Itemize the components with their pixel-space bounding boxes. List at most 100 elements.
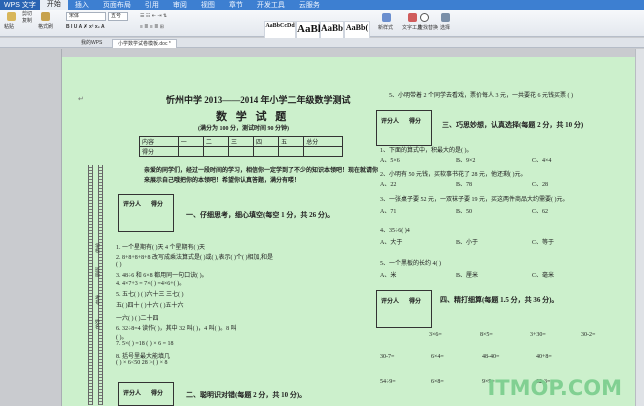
- score-box: 评分人 得分: [118, 382, 174, 406]
- tab-my-wps[interactable]: 我的WPS: [76, 39, 107, 48]
- question-line: 五( )四十 ( )十六 ( )五十六: [116, 303, 184, 309]
- choice-question: 4、35÷6( )4: [380, 228, 410, 234]
- score-label: 得分: [409, 119, 422, 125]
- format-painter-button[interactable]: 格式刷: [38, 24, 53, 31]
- find-replace-button[interactable]: 查找替换: [418, 25, 438, 32]
- choice-question: 2、小明有 50 元钱，买软事书花了 28 元，他还剩( )元。: [380, 172, 527, 178]
- paste-button[interactable]: 粘贴: [4, 24, 14, 31]
- table-cell: 内容: [139, 136, 179, 147]
- score-label: 得分: [151, 391, 164, 397]
- choice-option: C、62: [532, 209, 549, 215]
- text-tool-icon[interactable]: [408, 13, 417, 22]
- table-cell: [227, 146, 255, 157]
- binding-label: 学校: [94, 243, 99, 253]
- question-line: ( ) × 6<50 28 >( ) × 8: [116, 360, 168, 366]
- calc-item: 54÷9=: [380, 379, 396, 385]
- section-4-title: 四、精打细算(每题 1.5 分，共 36 分)。: [440, 296, 559, 304]
- align-buttons[interactable]: ≡ ≣ ≡ ≣ ⊞: [140, 24, 164, 31]
- grader-label: 评分人: [381, 299, 400, 305]
- section-1-title: 一、仔细思考，细心填空(每空 1 分，共 26 分)。: [186, 211, 335, 219]
- doc-subtitle: 数 学 试 题: [216, 111, 290, 123]
- format-buttons[interactable]: B I U A ✗ x² x₂ A: [66, 24, 105, 31]
- score-box: 评分人 得分: [376, 290, 432, 328]
- document-page[interactable]: ↵ 学校 班级 考号 姓名 忻州中学 2013——2014 年小学二年级数学测试…: [62, 57, 635, 406]
- select-button[interactable]: 选择: [440, 25, 450, 32]
- score-note: (满分为 100 分，测试时间 90 分钟): [198, 126, 289, 132]
- paste-icon[interactable]: [7, 12, 16, 21]
- calc-item: 40+8=: [536, 354, 552, 360]
- cut-button[interactable]: 剪切: [22, 11, 32, 18]
- choice-option: B、78: [456, 182, 473, 188]
- choice-question: 3、一张桌子要 52 元，一双袜子要 19 元，买这两件商品大约需要( )元。: [380, 197, 569, 203]
- tab-review[interactable]: 审阅: [166, 0, 194, 10]
- table-cell: [177, 146, 204, 157]
- brush-icon[interactable]: [41, 12, 50, 21]
- choice-question: 1、下面的算式中，积最大的是( )。: [380, 148, 473, 154]
- calc-item: 48-40=: [482, 354, 500, 360]
- new-style-icon[interactable]: [382, 13, 391, 22]
- watermark-logo: ITMOP.COM: [487, 376, 622, 400]
- grader-label: 评分人: [123, 202, 142, 208]
- section-3-title: 三、巧思妙想，认真选择(每题 2 分，共 10 分): [442, 121, 584, 129]
- tab-cloud[interactable]: 云服务: [292, 0, 327, 10]
- ribbon: 粘贴 剪切 复制 格式刷 宋体 五号 B I U A ✗ x² x₂ A ☰ ☷…: [0, 10, 644, 47]
- choice-option: B、50: [456, 209, 473, 215]
- copy-button[interactable]: 复制: [22, 18, 32, 25]
- question-line: 2. 8+8+8+8+8 改写成乘法算式是( )或( ),表示( )个( )相加…: [116, 255, 274, 261]
- grader-label: 评分人: [381, 119, 400, 125]
- tab-home[interactable]: 开始: [39, 0, 68, 10]
- table-cell: 一: [177, 136, 204, 147]
- paragraph-buttons[interactable]: ☰ ☷ ⇤ ⇥ ⇅: [140, 13, 167, 20]
- binding-label: 考号: [94, 295, 99, 305]
- question-line: ( ): [116, 262, 122, 268]
- table-cell: 四: [253, 136, 280, 147]
- doc-title: 忻州中学 2013——2014 年小学二年级数学测试: [166, 95, 351, 105]
- choice-option: A、71: [380, 209, 397, 215]
- binding-line-2: [98, 165, 103, 405]
- tab-insert[interactable]: 插入: [68, 0, 96, 10]
- table-cell: 三: [227, 136, 255, 147]
- grader-label: 评分人: [123, 391, 142, 397]
- question-line: 6. 32÷8=4 读作( )，其中 32 叫( )，4 叫( )。8 叫: [116, 326, 237, 332]
- tab-chapter[interactable]: 章节: [222, 0, 250, 10]
- binding-line: [88, 165, 93, 405]
- binding-label: 班级: [94, 267, 99, 277]
- table-cell: 五: [278, 136, 305, 147]
- calc-item: 3×6=: [429, 332, 442, 338]
- question-line: 4. 4×7+3 = 7×( ) =4×6+( )。: [116, 281, 186, 287]
- intro-line-1: 亲爱的同学们，经过一段时间的学习，相信你一定学到了不少的知识本领吧！现在就请你: [144, 168, 379, 174]
- tab-view[interactable]: 视图: [194, 0, 222, 10]
- document-tab-bar: 我的WPS 小学数学试卷模板.doc *: [0, 38, 644, 48]
- select-icon[interactable]: [441, 13, 450, 22]
- table-cell: 得分: [139, 146, 179, 157]
- calc-item: 30-7=: [380, 354, 395, 360]
- choice-question: 5、一个黑板的长约 4( ): [380, 261, 441, 267]
- score-box: 评分人 得分: [376, 110, 432, 146]
- choice-option: C、28: [532, 182, 549, 188]
- table-cell: 总分: [303, 136, 343, 147]
- paragraph-mark-icon: ↵: [78, 96, 84, 103]
- choice-option: A、22: [380, 182, 397, 188]
- score-table: 内容 一 二 三 四 五 总分 得分: [139, 136, 343, 157]
- choice-option: B、9×2: [456, 158, 476, 164]
- tab-developer[interactable]: 开发工具: [250, 0, 292, 10]
- judge-question-5: 5、小明带着 2 个同学去看戏，票价每人 3 元，一共要花 6 元钱买票 ( ): [389, 93, 573, 99]
- vertical-scrollbar[interactable]: [635, 49, 644, 406]
- calc-item: 6×4=: [431, 354, 444, 360]
- score-label: 得分: [151, 202, 164, 208]
- tab-page-layout[interactable]: 页面布局: [96, 0, 138, 10]
- score-label: 得分: [409, 299, 422, 305]
- tab-current-document[interactable]: 小学数学试卷模板.doc *: [112, 39, 177, 48]
- new-style-button[interactable]: 新样式: [378, 25, 393, 32]
- tab-references[interactable]: 引用: [138, 0, 166, 10]
- font-size-select[interactable]: 五号: [108, 12, 128, 21]
- font-select[interactable]: 宋体: [66, 12, 106, 21]
- search-icon[interactable]: [420, 13, 429, 22]
- question-line: ( )。: [116, 335, 128, 341]
- calc-item: 8×5=: [480, 332, 493, 338]
- question-line: 8. 括号里最大能填几: [116, 354, 171, 360]
- app-menu-button[interactable]: WPS 文字: [0, 0, 40, 10]
- left-margin-area: [0, 49, 62, 406]
- table-cell: [303, 146, 343, 157]
- choice-option: C、等于: [532, 240, 555, 246]
